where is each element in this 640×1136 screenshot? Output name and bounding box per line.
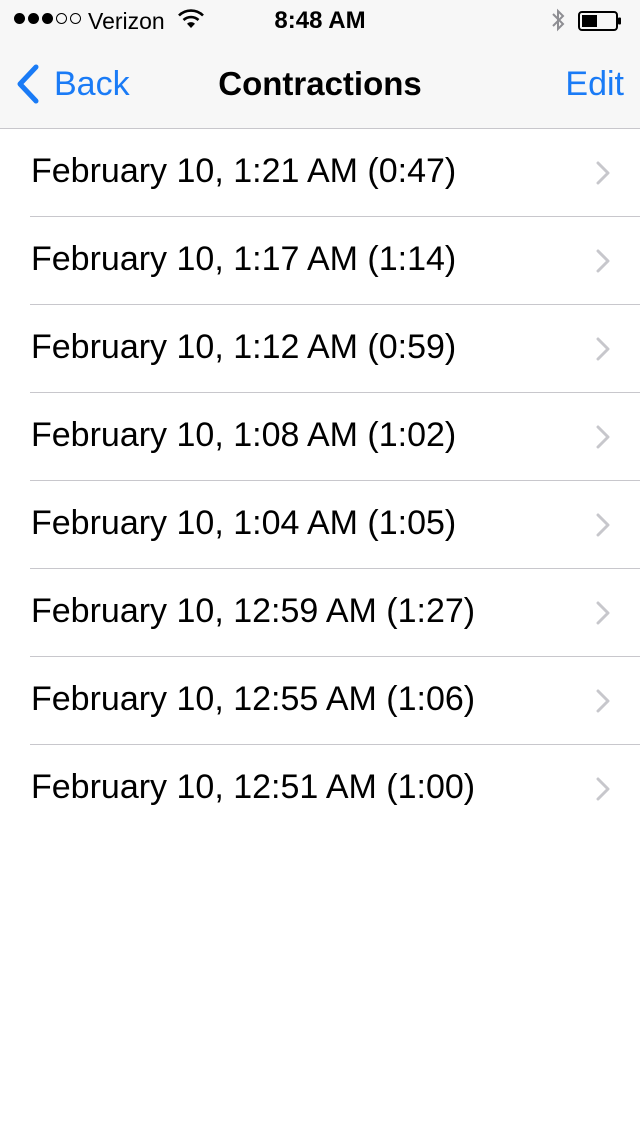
contraction-label: February 10, 1:17 AM (1:14) xyxy=(31,240,457,278)
chevron-right-icon xyxy=(596,601,610,625)
contraction-label: February 10, 1:21 AM (0:47) xyxy=(31,152,457,190)
chevron-right-icon xyxy=(596,337,610,361)
chevron-right-icon xyxy=(596,689,610,713)
contraction-label: February 10, 12:59 AM (1:27) xyxy=(31,592,476,630)
contraction-row[interactable]: February 10, 1:04 AM (1:05) xyxy=(0,481,640,569)
page-title: Contractions xyxy=(218,65,422,102)
contraction-label: February 10, 12:51 AM (1:00) xyxy=(31,768,476,806)
contraction-row[interactable]: February 10, 1:21 AM (0:47) xyxy=(0,129,640,217)
contraction-label: February 10, 1:08 AM (1:02) xyxy=(31,416,457,454)
contraction-row[interactable]: February 10, 12:51 AM (1:00) xyxy=(0,745,640,833)
contraction-row[interactable]: February 10, 1:08 AM (1:02) xyxy=(0,393,640,481)
screen: Verizon 8:48 AM Back Contractions Edit F… xyxy=(0,0,640,1136)
chevron-right-icon xyxy=(596,249,610,273)
bluetooth-icon xyxy=(552,8,565,32)
contraction-row[interactable]: February 10, 1:12 AM (0:59) xyxy=(0,305,640,393)
chevron-right-icon xyxy=(596,425,610,449)
contraction-row[interactable]: February 10, 12:59 AM (1:27) xyxy=(0,569,640,657)
chevron-right-icon xyxy=(596,513,610,537)
contraction-label: February 10, 12:55 AM (1:06) xyxy=(31,680,476,718)
battery-icon xyxy=(578,11,621,31)
contraction-label: February 10, 1:12 AM (0:59) xyxy=(31,328,457,366)
edit-button[interactable]: Edit xyxy=(565,64,624,104)
contraction-label: February 10, 1:04 AM (1:05) xyxy=(31,504,457,542)
chevron-right-icon xyxy=(596,777,610,801)
status-time: 8:48 AM xyxy=(274,7,366,34)
contractions-list: February 10, 1:21 AM (0:47) February 10,… xyxy=(0,129,640,833)
contraction-row[interactable]: February 10, 12:55 AM (1:06) xyxy=(0,657,640,745)
contraction-row[interactable]: February 10, 1:17 AM (1:14) xyxy=(0,217,640,305)
status-bar: Verizon 8:48 AM xyxy=(0,0,640,40)
navigation-bar: Back Contractions Edit xyxy=(0,40,640,129)
chevron-right-icon xyxy=(596,161,610,185)
